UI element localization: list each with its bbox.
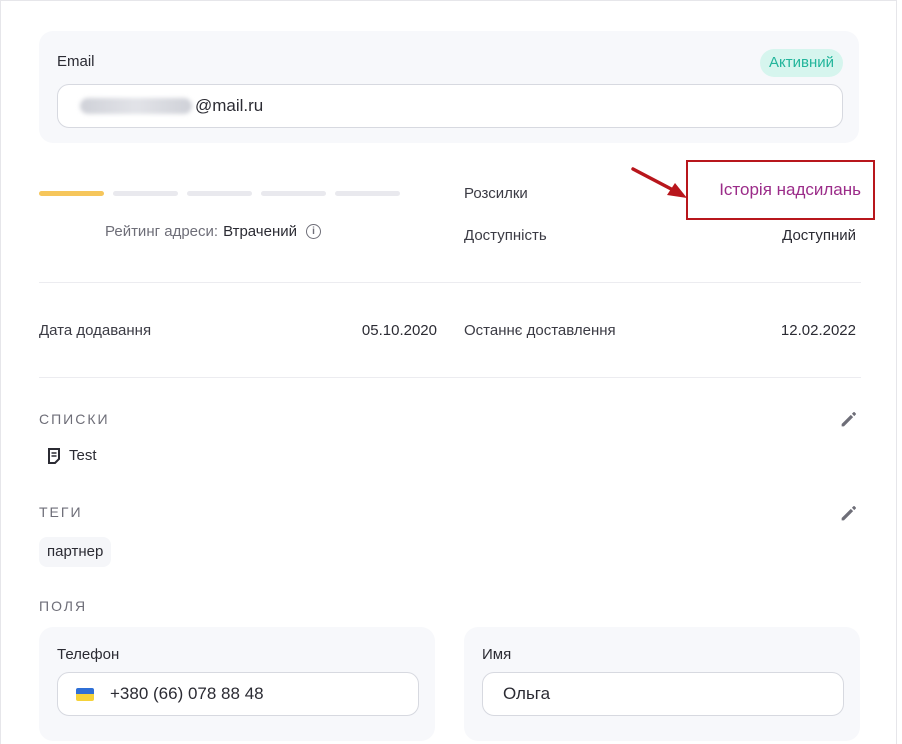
sending-history-link[interactable]: Історія надсилань	[719, 180, 861, 200]
edit-lists-pencil-icon[interactable]	[838, 408, 860, 430]
tag-chip[interactable]: партнер	[39, 537, 112, 567]
date-added-value: 05.10.2020	[361, 322, 437, 339]
rating-bar	[187, 191, 252, 196]
date-added-label: Дата додавання	[39, 322, 152, 339]
divider	[39, 282, 861, 283]
divider	[39, 377, 861, 378]
list-item[interactable]: Test	[47, 447, 97, 464]
phone-field[interactable]: +380 (66) 078 88 48	[57, 672, 419, 716]
history-highlight-box: Історія надсилань	[686, 160, 875, 220]
arrow-annotation-icon	[631, 167, 687, 198]
rating-bar	[335, 191, 400, 196]
rating-text: Рейтинг адреси: Втрачений i	[105, 223, 322, 240]
name-field-card: Имя Ольга	[464, 627, 860, 741]
ukraine-flag-icon[interactable]	[76, 687, 94, 701]
last-delivered-value: 12.02.2022	[780, 322, 856, 339]
email-domain: @mail.ru	[195, 96, 264, 115]
fields-section-title: ПОЛЯ	[39, 598, 88, 614]
last-delivered-label: Останнє доставлення	[464, 322, 616, 339]
rating-label: Рейтинг адреси:	[105, 223, 219, 240]
contact-details-panel: Email Активний @mail.ru Рейтинг адреси: …	[0, 0, 897, 744]
rating-bar	[39, 191, 104, 196]
list-item-label: Test	[69, 447, 97, 464]
blurred-email-local-part	[80, 98, 192, 114]
lists-section-title: СПИСКИ	[39, 411, 110, 427]
availability-label: Доступність	[464, 227, 547, 244]
status-badge: Активний	[760, 49, 843, 77]
name-field[interactable]: Ольга	[482, 672, 844, 716]
rating-bar	[113, 191, 178, 196]
document-icon	[48, 447, 60, 464]
phone-label: Телефон	[57, 646, 120, 663]
info-icon[interactable]: i	[306, 224, 322, 239]
phone-value: +380 (66) 078 88 48	[110, 684, 264, 703]
name-value: Ольга	[503, 684, 551, 703]
tags-section-title: ТЕГИ	[39, 504, 83, 520]
email-field[interactable]: @mail.ru	[57, 84, 843, 128]
rating-value: Втрачений	[223, 223, 298, 240]
rating-bars	[39, 191, 400, 196]
email-card: Email Активний @mail.ru	[39, 31, 859, 143]
phone-field-card: Телефон +380 (66) 078 88 48	[39, 627, 435, 741]
rating-bar	[261, 191, 326, 196]
availability-value: Доступний	[782, 227, 856, 244]
edit-tags-pencil-icon[interactable]	[838, 502, 860, 524]
email-label: Email	[57, 53, 95, 70]
name-label: Имя	[482, 646, 512, 663]
mailings-label: Розсилки	[464, 185, 528, 202]
